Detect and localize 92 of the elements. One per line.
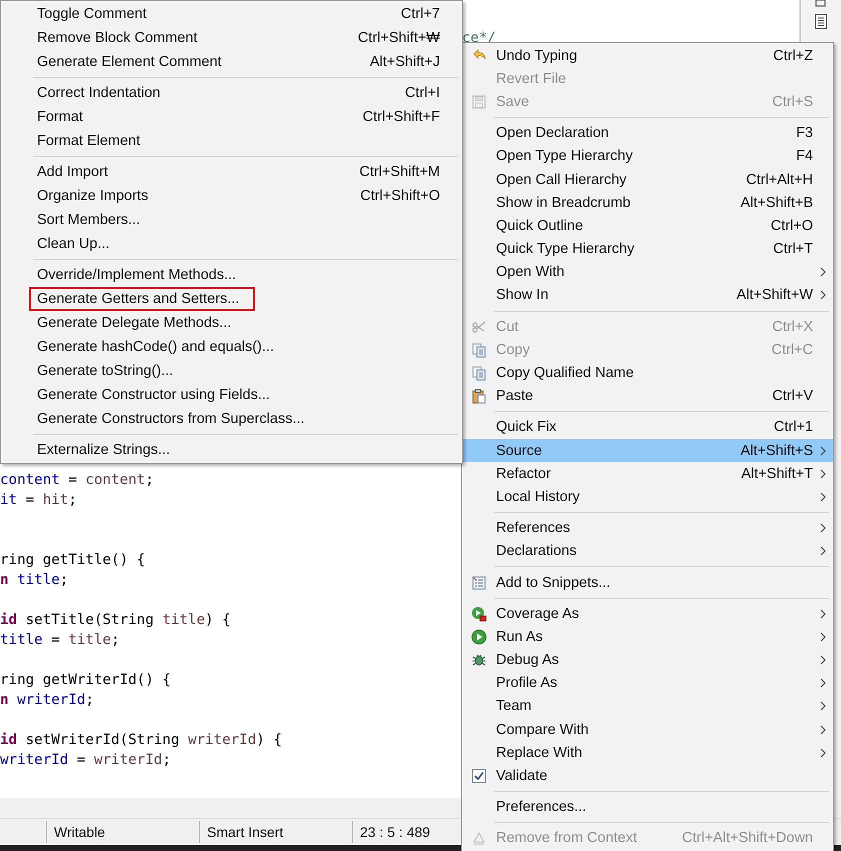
- highlight-frame: Generate Getters and Setters...: [29, 287, 256, 311]
- menu-item[interactable]: Open With: [462, 260, 833, 284]
- shortcut-label: Ctrl+Alt+H: [746, 172, 813, 188]
- shortcut-label: Ctrl+I: [404, 85, 440, 101]
- menu-item[interactable]: Compare With: [462, 718, 833, 742]
- code-line: n writerId;: [0, 691, 94, 710]
- code-line: ring getTitle() {: [0, 551, 146, 570]
- menu-item[interactable]: Generate Constructor using Fields...: [1, 383, 462, 407]
- menu-item[interactable]: Local History: [462, 485, 833, 509]
- window-icon[interactable]: [815, 0, 827, 8]
- menu-item[interactable]: Add Import Ctrl+Shift+M: [1, 160, 462, 184]
- menu-item[interactable]: Generate Element Comment Alt+Shift+J: [1, 50, 462, 74]
- code-line: title = title;: [0, 631, 120, 650]
- shortcut-label: Ctrl+X: [772, 318, 813, 335]
- shortcut-label: Ctrl+C: [772, 342, 813, 358]
- menu-item[interactable]: Declarations: [462, 540, 833, 563]
- code-line: id setWriterId(String writerId) {: [0, 731, 282, 750]
- menu-item[interactable]: Team: [462, 694, 833, 718]
- menu-item[interactable]: Generate hashCode() and equals()...: [1, 335, 462, 359]
- copy-icon: [471, 342, 487, 358]
- code-line: content = content;: [0, 471, 154, 490]
- menu-item[interactable]: Quick Outline Ctrl+O: [462, 214, 833, 238]
- shortcut-label: Alt+Shift+J: [370, 54, 440, 70]
- code-line: ring getWriterId() {: [0, 671, 171, 690]
- shortcut-label: Ctrl+1: [774, 419, 813, 436]
- menu-item[interactable]: Toggle Comment Ctrl+7: [1, 2, 462, 26]
- status-field: Smart Insert: [199, 821, 352, 843]
- menu-item[interactable]: Copy Qualified Name: [462, 361, 833, 385]
- menu-item[interactable]: Quick Type Hierarchy Ctrl+T: [462, 238, 833, 261]
- shortcut-label: Alt+Shift+S: [740, 442, 813, 459]
- menu-item[interactable]: Run As: [462, 625, 833, 648]
- shortcut-label: Ctrl+Z: [773, 48, 813, 64]
- bug-icon: [471, 652, 487, 668]
- shortcut-label: Ctrl+Alt+Shift+Down: [682, 830, 813, 846]
- menu-item[interactable]: Override/Implement Methods...: [1, 263, 462, 287]
- menu-item[interactable]: Replace With: [462, 741, 833, 764]
- document-icon[interactable]: [815, 14, 827, 29]
- menu-item[interactable]: Add to Snippets...: [462, 570, 833, 594]
- shortcut-label: Alt+Shift+W: [736, 287, 813, 304]
- menu-item[interactable]: Open Declaration F3: [462, 122, 833, 145]
- menu-item[interactable]: Remove Block Comment Ctrl+Shift+₩: [1, 26, 462, 50]
- copy-icon: [471, 365, 487, 382]
- menu-item[interactable]: Show In Alt+Shift+W: [462, 284, 833, 308]
- menu-item[interactable]: Preferences...: [462, 796, 833, 819]
- status-field: Writable: [46, 821, 199, 843]
- shortcut-label: Ctrl+Shift+O: [360, 188, 440, 204]
- code-line: it = hit;: [0, 491, 77, 510]
- run-coverage-icon: [471, 606, 487, 622]
- shortcut-label: Ctrl+Shift+M: [359, 164, 440, 180]
- shortcut-label: Ctrl+Shift+F: [362, 109, 440, 125]
- menu-item[interactable]: Validate: [462, 764, 833, 788]
- menu-item[interactable]: Profile As: [462, 672, 833, 695]
- menu-item[interactable]: Generate Getters and Setters...: [1, 287, 462, 311]
- menu-item[interactable]: Open Type Hierarchy F4: [462, 144, 833, 168]
- menu-item[interactable]: Paste Ctrl+V: [462, 384, 833, 408]
- menu-item[interactable]: Refactor Alt+Shift+T: [462, 462, 833, 486]
- shortcut-label: Ctrl+T: [773, 241, 813, 258]
- shortcut-label: Ctrl+S: [772, 94, 813, 110]
- menu-item[interactable]: Format Element: [1, 129, 462, 153]
- menu-item[interactable]: Debug As: [462, 648, 833, 672]
- menu-item[interactable]: Externalize Strings...: [1, 438, 462, 462]
- menu-item[interactable]: Format Ctrl+Shift+F: [1, 105, 462, 129]
- menu-item[interactable]: References: [462, 516, 833, 540]
- document-list-icon: [471, 574, 487, 591]
- menu-item[interactable]: Source Alt+Shift+S: [462, 439, 833, 462]
- clipboard-icon: [471, 388, 487, 404]
- code-line: id setTitle(String title) {: [0, 611, 231, 630]
- menu-item[interactable]: Open Call Hierarchy Ctrl+Alt+H: [462, 168, 833, 192]
- shortcut-label: Alt+Shift+T: [741, 466, 813, 482]
- code-line: n title;: [0, 571, 68, 590]
- shortcut-label: Ctrl+7: [400, 6, 440, 22]
- menu-item[interactable]: Quick Fix Ctrl+1: [462, 416, 833, 439]
- menu-item[interactable]: Sort Members...: [1, 208, 462, 232]
- menu-item[interactable]: Correct Indentation Ctrl+I: [1, 81, 462, 105]
- menu-item[interactable]: Show in Breadcrumb Alt+Shift+B: [462, 191, 833, 214]
- shortcut-label: F4: [796, 148, 813, 164]
- menu-item[interactable]: Generate Delegate Methods...: [1, 311, 462, 335]
- menu-item[interactable]: Coverage As: [462, 602, 833, 626]
- context-icon: [471, 830, 487, 846]
- shortcut-label: Ctrl+O: [770, 218, 813, 234]
- shortcut-label: F3: [796, 125, 813, 142]
- run-icon: [471, 628, 487, 645]
- shortcut-label: Ctrl+V: [772, 388, 813, 404]
- code-line: writerId = writerId;: [0, 751, 171, 770]
- save-icon: [471, 94, 487, 110]
- shortcut-label: Alt+Shift+B: [740, 194, 813, 211]
- shortcut-label: Ctrl+Shift+₩: [358, 30, 440, 46]
- menu-item[interactable]: Generate toString()...: [1, 359, 462, 383]
- menu-item[interactable]: Generate Constructors from Superclass...: [1, 407, 462, 431]
- scissors-icon: [471, 318, 487, 335]
- menu-item[interactable]: Organize Imports Ctrl+Shift+O: [1, 184, 462, 208]
- menu-item[interactable]: Clean Up...: [1, 232, 462, 256]
